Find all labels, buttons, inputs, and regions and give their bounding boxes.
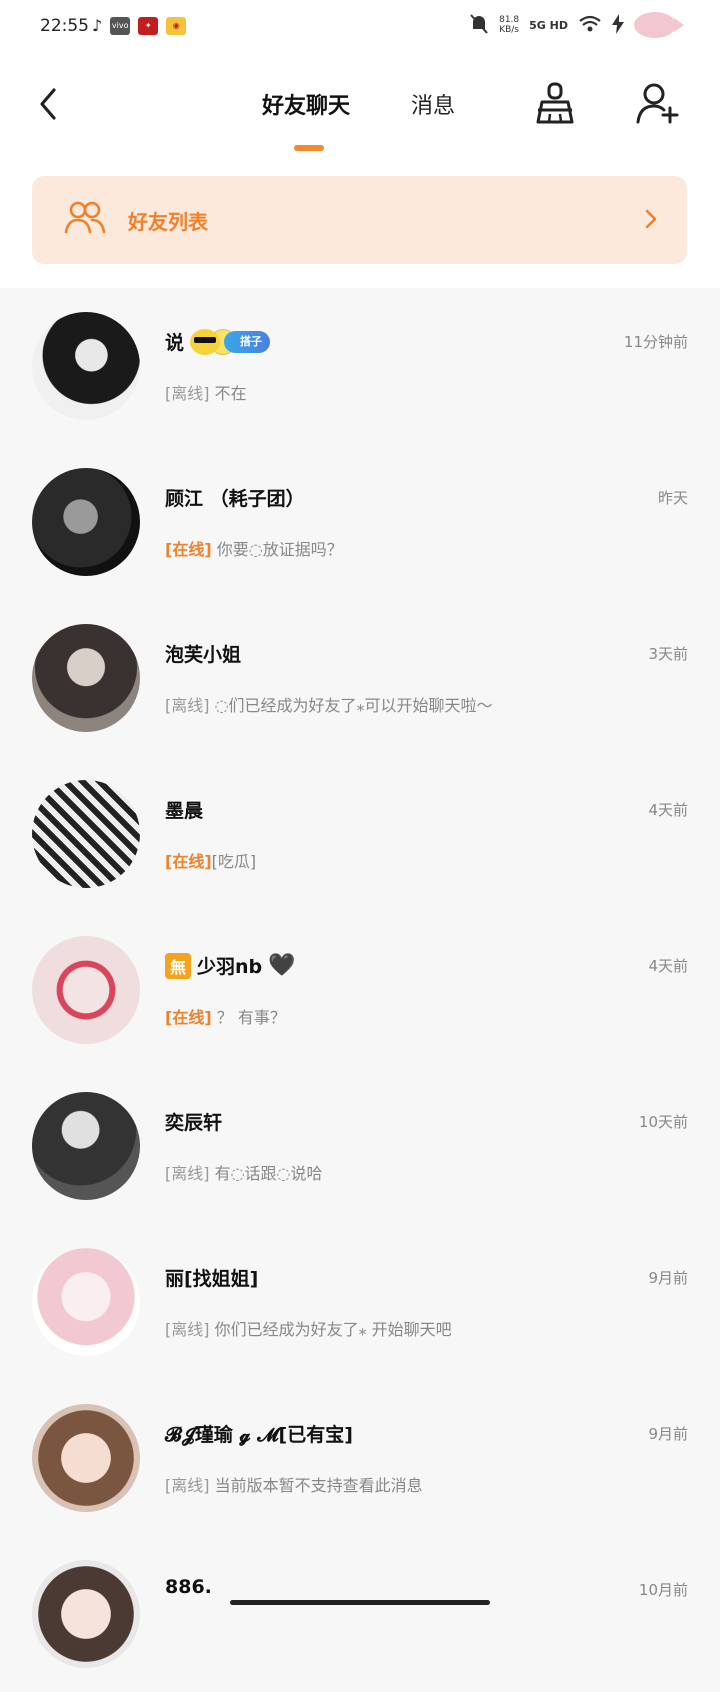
friends-icon	[64, 200, 106, 236]
add-user-icon[interactable]	[634, 80, 680, 126]
tab-friend-chat[interactable]: 好友聊天	[262, 88, 350, 120]
message-time: 9月前	[648, 1269, 688, 1287]
contact-name: 说 搭子	[165, 328, 271, 355]
avatar[interactable]	[32, 624, 140, 732]
conversation-item[interactable]: 奕辰轩 10天前 [离线] 有◌话跟◌说哈	[0, 1068, 720, 1224]
contact-name: 墨晨	[165, 800, 204, 822]
avatar[interactable]	[32, 936, 140, 1044]
avatar[interactable]	[32, 1404, 140, 1512]
message-preview: [在线] 你要◌放证据吗？	[165, 540, 343, 559]
message-preview: [离线] ◌们已经成为好友了⁎可以开始聊天啦～	[165, 696, 493, 715]
vivo-icon: vivo	[110, 16, 131, 35]
mute-bell-icon	[469, 13, 489, 38]
avatar[interactable]	[32, 312, 140, 420]
message-time: 10月前	[638, 1581, 688, 1599]
friend-list-label: 好友列表	[128, 210, 208, 234]
weibo-icon: ◉	[166, 16, 187, 35]
tab-messages[interactable]: 消息	[411, 88, 455, 120]
message-preview: [在线] ？ 有事？	[165, 1008, 286, 1027]
contact-name: 無 少羽nb 🖤	[165, 952, 296, 979]
conversation-item[interactable]: 886. 10月前	[0, 1536, 720, 1692]
message-time: 11分钟前	[623, 333, 688, 351]
net-speed: 81.8 KB/s	[499, 15, 520, 35]
conversation-item[interactable]: 丽[找姐姐] 9月前 [离线] 你们已经成为好友了⁎ 开始聊天吧	[0, 1224, 720, 1380]
back-button[interactable]	[30, 84, 70, 124]
message-time: 3天前	[648, 645, 688, 663]
message-preview: [在线][吃瓜]	[165, 852, 257, 871]
status-bar: 22:55 ♪ vivo ✦ ◉ 81.8 KB/s 5G HD	[0, 0, 720, 56]
conversation-item[interactable]: 墨晨 4天前 [在线][吃瓜]	[0, 756, 720, 912]
music-icon: ♪	[92, 16, 103, 35]
message-preview: [离线] 不在	[165, 384, 247, 403]
conversation-item[interactable]: 说 搭子 11分钟前 [离线] 不在	[0, 288, 720, 444]
avatar[interactable]	[32, 1560, 140, 1668]
wu-badge-icon: 無	[165, 952, 191, 979]
friend-list-banner[interactable]: 好友列表	[32, 176, 687, 264]
conversation-list: 说 搭子 11分钟前 [离线] 不在 顾江 （耗子团） 昨天 [在线] 你要◌放…	[0, 288, 720, 1692]
avatar[interactable]	[32, 468, 140, 576]
battery-icon	[634, 12, 684, 38]
app-icon: ✦	[138, 16, 159, 35]
emoji-badge: 搭子	[190, 328, 271, 355]
contact-name: 886.	[165, 1576, 212, 1598]
message-preview: [离线] 当前版本暂不支持查看此消息	[165, 1476, 423, 1495]
black-heart-icon: 🖤	[268, 953, 296, 978]
header-area: 22:55 ♪ vivo ✦ ◉ 81.8KB/s 5G HD 好友聊天 消息	[0, 0, 720, 288]
conversation-item[interactable]: 泡芙小姐 3天前 [离线] ◌们已经成为好友了⁎可以开始聊天啦～	[0, 600, 720, 756]
contact-name: 𝓑𝓙瑾瑜 𝓰 𝓜[已有宝]	[165, 1424, 353, 1446]
active-tab-indicator	[294, 145, 324, 151]
message-time: 4天前	[648, 957, 688, 975]
conversation-item[interactable]: 顾江 （耗子团） 昨天 [在线] 你要◌放证据吗？	[0, 444, 720, 600]
contact-name: 丽[找姐姐]	[165, 1268, 259, 1290]
partner-tag: 搭子	[224, 330, 271, 353]
avatar[interactable]	[32, 1248, 140, 1356]
message-preview: [离线] 有◌话跟◌说哈	[165, 1164, 323, 1183]
avatar[interactable]	[32, 780, 140, 888]
notification-icons: ♪ vivo ✦ ◉	[92, 16, 187, 35]
avatar[interactable]	[32, 1092, 140, 1200]
message-time: 10天前	[638, 1113, 688, 1131]
contact-name: 顾江 （耗子团）	[165, 488, 305, 510]
contact-name: 奕辰轩	[165, 1112, 223, 1134]
clock: 22:55	[40, 16, 89, 36]
cool-emoji-icon	[190, 328, 221, 355]
conversation-item[interactable]: 𝓑𝓙瑾瑜 𝓰 𝓜[已有宝] 9月前 [离线] 当前版本暂不支持查看此消息	[0, 1380, 720, 1536]
network-label: 5G HD	[529, 18, 568, 32]
chevron-right-icon	[643, 206, 659, 232]
message-preview: [离线] 你们已经成为好友了⁎ 开始聊天吧	[165, 1320, 452, 1339]
home-indicator[interactable]	[230, 1600, 490, 1605]
conversation-item[interactable]: 無 少羽nb 🖤 4天前 [在线] ？ 有事？	[0, 912, 720, 1068]
status-right: 81.8 KB/s 5G HD	[469, 12, 684, 38]
broom-icon[interactable]	[532, 80, 578, 126]
message-time: 昨天	[657, 489, 688, 507]
wifi-icon	[578, 15, 602, 36]
message-time: 9月前	[648, 1425, 688, 1443]
charging-icon	[612, 13, 624, 37]
contact-name: 泡芙小姐	[165, 644, 242, 666]
message-time: 4天前	[648, 801, 688, 819]
